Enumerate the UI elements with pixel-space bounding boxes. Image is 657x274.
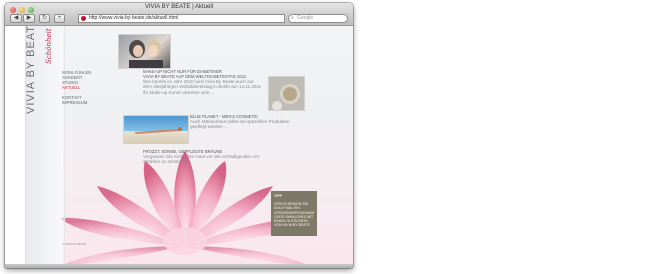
reload-button[interactable]: ↻ [39, 14, 50, 23]
url-text: http://www.vivia-by-beate.de/aktuell.htm… [89, 15, 179, 21]
article-image-makeup[interactable] [118, 34, 171, 69]
forward-button[interactable]: ▶ [23, 14, 35, 23]
article-teaser: Wie bereits im Jahr 2010 wird Vivia By B… [143, 79, 262, 95]
article-teaser: Auch Männerhaut sollte mit speziellen Pr… [190, 119, 290, 130]
search-field[interactable]: ⌕ Google [288, 14, 348, 23]
article-image-cosmetic[interactable] [268, 76, 305, 111]
article-diabetes: MAKE-UP NICHT NUR FÜR DIABETIKER VIVIA B… [143, 69, 263, 95]
add-bookmark-button[interactable]: + [54, 14, 65, 23]
back-button[interactable]: ◀ [10, 14, 22, 23]
page-viewport: VIVIA BY BEATE Schönheit WOHLFÜHLEN ANGE… [5, 26, 353, 264]
tip-title: TIPP [274, 194, 282, 198]
logo-script-text: Schönheit [45, 28, 53, 64]
window-title: VIVIA BY BEATE | Aktuell [144, 4, 214, 10]
browser-window: VIVIA BY BEATE | Aktuell ◀ ▶ ↻ + http://… [5, 3, 353, 268]
site-navigation: WOHLFÜHLEN ANGEBOT STUDIO AKTUELL KONTAK… [62, 70, 91, 105]
search-icon: ⌕ [291, 15, 294, 21]
article-blue-planet: BLUE PLANET - MEN'S COSMETIC Auch Männer… [190, 114, 305, 130]
article-sun-care: FROZZT, SONNE, GEPFLEGTE BRÄUNE Vergesse… [143, 149, 273, 165]
site-logo[interactable]: VIVIA BY BEATE [25, 26, 37, 114]
address-field[interactable]: http://www.vivia-by-beate.de/aktuell.htm… [78, 14, 285, 23]
footer-copyright: © VIVIA BY BEATE [62, 242, 87, 246]
search-placeholder: Google [297, 15, 314, 21]
article-image-beach[interactable] [123, 115, 189, 144]
tip-box[interactable]: TIPP VERSCHENKEN SIE DOCH MAL EIN VERWÖH… [271, 191, 317, 236]
tip-text: VERSCHENKEN SIE DOCH MAL EIN VERWÖHNPROG… [274, 202, 315, 228]
nav-item-impressum[interactable]: IMPRESSUM [62, 100, 91, 105]
article-teaser: Vergessen Sie nicht, Ihre Haut vor den s… [143, 154, 261, 165]
status-bar [5, 264, 353, 268]
browser-toolbar: ◀ ▶ ↻ + http://www.vivia-by-beate.de/akt… [5, 14, 353, 25]
logo-text: VIVIA BY BEATE [25, 26, 37, 114]
title-bar: VIVIA BY BEATE | Aktuell ◀ ▶ ↻ + http://… [5, 3, 353, 26]
site-favicon-icon [81, 16, 86, 21]
